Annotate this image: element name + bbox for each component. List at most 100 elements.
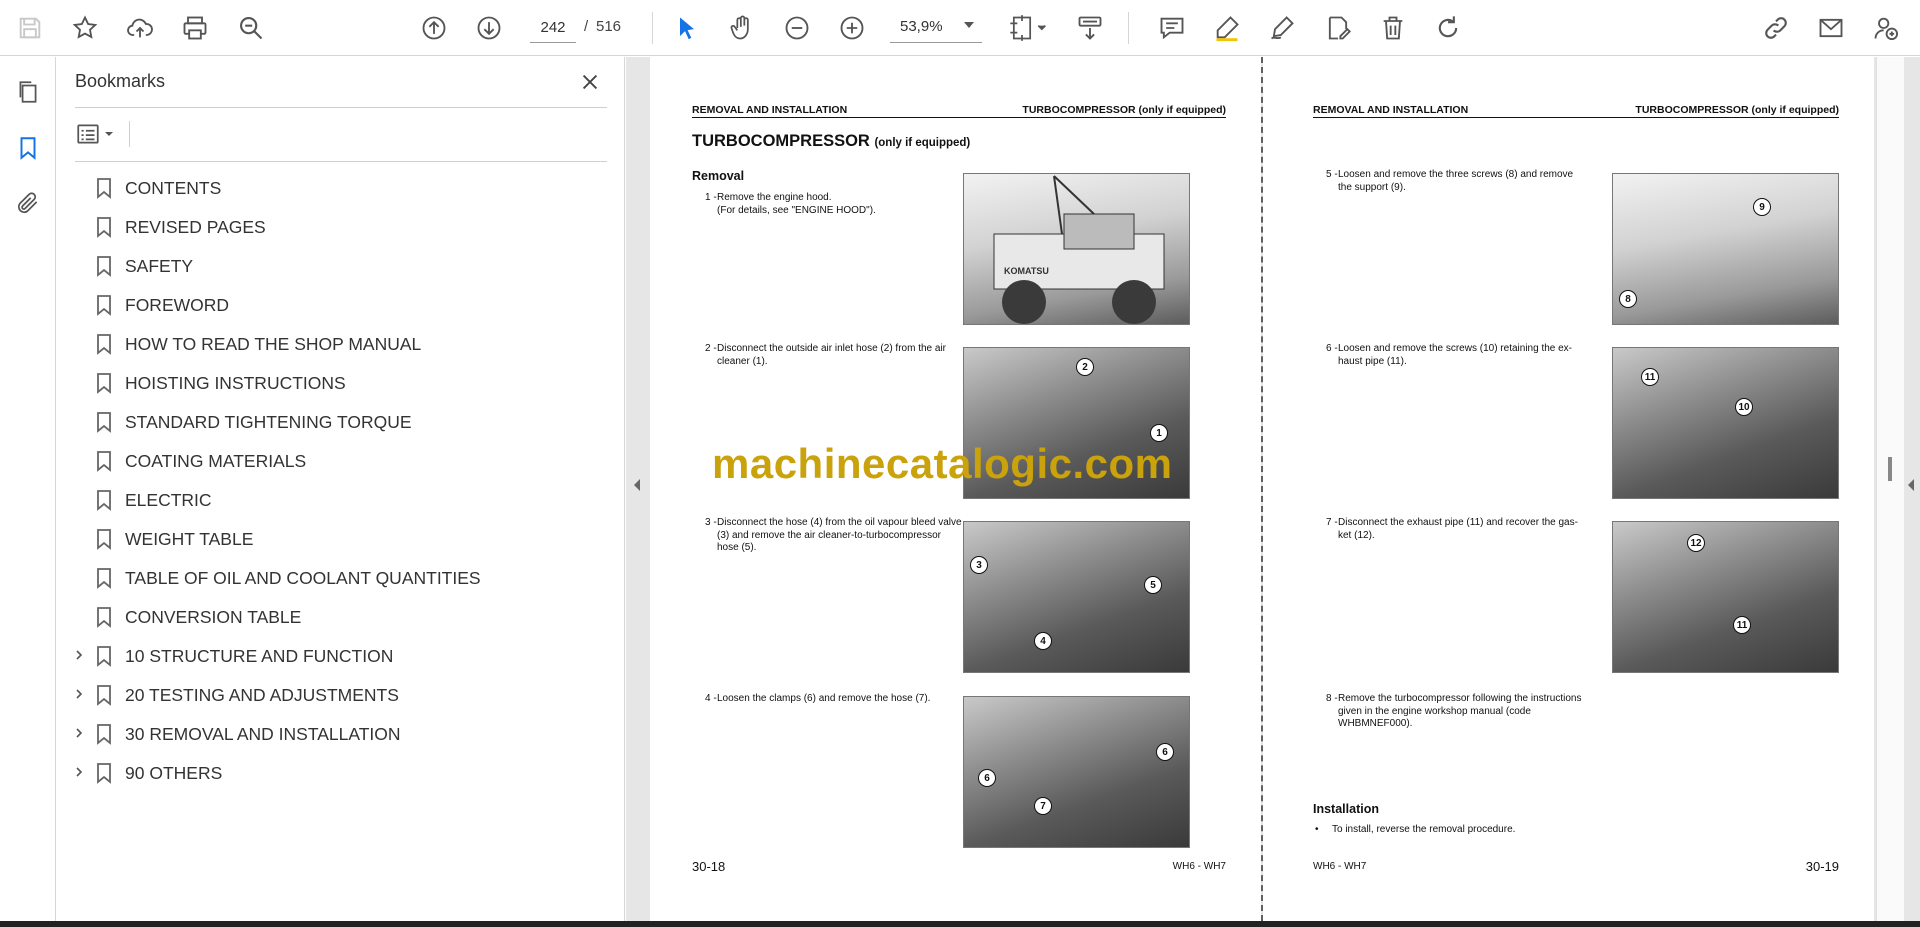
scrollbar-thumb[interactable] [1888,457,1892,481]
save-button[interactable] [12,10,48,46]
page-number-input[interactable] [530,13,576,43]
step-number: 7 - [1326,517,1338,528]
page-fit-button[interactable] [1003,10,1055,46]
photo-oil-vapour-hose: 3 5 4 [963,521,1190,673]
bookmark-item[interactable]: HOISTING INSTRUCTIONS [57,363,617,402]
photo-exhaust-screws: 11 10 [1612,347,1839,499]
bookmark-icon [95,567,113,589]
step-text: (For details, see "ENGINE HOOD"). [717,204,876,216]
header-rule [1313,117,1839,118]
bookmark-label: TABLE OF OIL AND COOLANT QUANTITIES [125,568,481,588]
chevron-right-icon[interactable] [71,686,87,702]
step-number: 5 - [1326,169,1338,180]
toolbar-divider [1128,12,1129,44]
step-text: Disconnect the outside air inlet hose (2… [717,343,946,354]
bookmark-item[interactable]: 10 STRUCTURE AND FUNCTION [57,636,617,675]
vertical-scrollbar[interactable] [1876,57,1904,921]
previous-page-button[interactable] [416,10,452,46]
zoom-level-dropdown[interactable]: 53,9% [890,13,982,43]
close-panel-button[interactable] [575,67,605,97]
hand-tool-button[interactable] [724,10,760,46]
bookmark-item[interactable]: TABLE OF OIL AND COOLANT QUANTITIES [57,558,617,597]
zoom-in-button[interactable] [834,10,870,46]
step-number: 4 - [705,693,717,704]
expand-right-panel-button[interactable] [1906,477,1916,493]
bookmark-label: 10 STRUCTURE AND FUNCTION [125,646,394,666]
bookmark-item[interactable]: STANDARD TIGHTENING TORQUE [57,402,617,441]
fill-sign-button[interactable] [1320,10,1356,46]
callout-label: 9 [1753,198,1771,216]
chevron-left-icon [1908,479,1914,491]
bookmark-item[interactable]: REVISED PAGES [57,207,617,246]
share-link-button[interactable] [1758,10,1794,46]
rotate-button[interactable] [1430,10,1466,46]
step-text: hose (5). [717,542,757,554]
draw-button[interactable] [1264,10,1300,46]
bookmark-item[interactable]: CONVERSION TABLE [57,597,617,636]
collapse-panel-button[interactable] [632,477,642,493]
step-text: WHBMNEF000). [1338,718,1413,730]
email-button[interactable] [1813,10,1849,46]
highlighter-icon [1216,16,1239,42]
step-text: (3) and remove the air cleaner-to-turboc… [717,529,941,541]
step-number: 1 - [705,192,717,203]
bookmark-item[interactable]: 20 TESTING AND ADJUSTMENTS [57,675,617,714]
bookmark-label: HOW TO READ THE SHOP MANUAL [125,334,422,354]
chevron-right-icon[interactable] [71,764,87,780]
chevron-right-icon[interactable] [71,725,87,741]
select-tool-button[interactable] [669,10,705,46]
printer-icon [183,16,207,40]
bookmark-star-button[interactable] [67,10,103,46]
upload-button[interactable] [122,10,158,46]
bookmark-icon [95,372,113,394]
bookmarks-panel-button[interactable] [10,130,46,166]
bookmark-item[interactable]: HOW TO READ THE SHOP MANUAL [57,324,617,363]
bookmark-item[interactable]: FOREWORD [57,285,617,324]
comment-button[interactable] [1154,10,1190,46]
callout-label: 10 [1735,398,1753,416]
step-text: Loosen and remove the three screws (8) a… [1338,169,1574,180]
bookmark-item[interactable]: ELECTRIC [57,480,617,519]
edit-document-icon [1328,16,1351,40]
bookmark-icon [95,294,113,316]
bookmark-label: REVISED PAGES [125,217,266,237]
pages-thumbnail-icon [19,81,37,103]
bookmark-item[interactable]: WEIGHT TABLE [57,519,617,558]
highlight-button[interactable] [1209,10,1245,46]
arrow-down-circle-icon [477,16,501,40]
step-text: Remove the turbocompressor following the… [1338,693,1582,704]
bookmark-icon [95,489,113,511]
header-rule [692,117,1226,118]
next-page-button[interactable] [471,10,507,46]
section-title-text: TURBOCOMPRESSOR [692,132,870,150]
print-button[interactable] [177,10,213,46]
bookmark-item[interactable]: 90 OTHERS [57,753,617,792]
photo-clamps-hose: 6 6 7 [963,696,1190,848]
section-title-suffix: (only if equipped) [874,137,971,149]
user-add-icon [1874,17,1899,41]
bookmark-label: CONVERSION TABLE [125,607,302,627]
page-header-left: REMOVAL AND INSTALLATION [692,104,848,116]
document-viewport[interactable]: REMOVAL AND INSTALLATION TURBOCOMPRESSOR… [626,57,1920,921]
bookmark-item[interactable]: 30 REMOVAL AND INSTALLATION [57,714,617,753]
chevron-down-icon [105,132,113,136]
bookmark-item[interactable]: COATING MATERIALS [57,441,617,480]
page-thumbnails-button[interactable] [10,74,46,110]
plus-circle-icon [840,16,864,40]
delete-button[interactable] [1375,10,1411,46]
cloud-upload-icon [127,18,153,38]
bookmark-item[interactable]: CONTENTS [57,168,617,207]
chevron-right-icon[interactable] [71,647,87,663]
attachments-button[interactable] [10,185,46,221]
bookmark-item[interactable]: SAFETY [57,246,617,285]
arrow-up-circle-icon [422,16,446,40]
callout-label: 3 [970,556,988,574]
bookmarks-panel: Bookmarks CONTENTS REVISED PAGES SAFETY FOR… [57,57,625,921]
bookmark-options-button[interactable] [75,117,123,151]
scroll-mode-button[interactable] [1072,10,1108,46]
account-button[interactable] [1868,10,1904,46]
zoom-search-button[interactable] [233,10,269,46]
zoom-out-button[interactable] [779,10,815,46]
step-text: the support (9). [1338,181,1406,193]
envelope-icon [1819,18,1843,38]
